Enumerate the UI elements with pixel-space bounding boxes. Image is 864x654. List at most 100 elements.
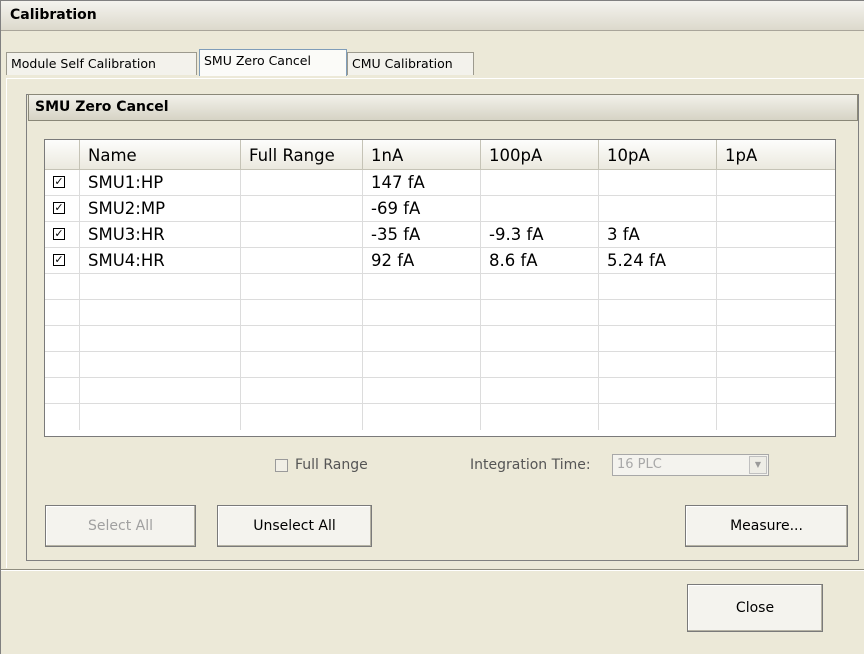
empty-cell	[363, 300, 481, 326]
table-row[interactable]: ✓ SMU4:HR 92 fA 8.6 fA 5.24 fA	[45, 248, 835, 274]
empty-cell	[363, 274, 481, 300]
empty-cell	[241, 300, 363, 326]
empty-cell	[45, 378, 80, 404]
table-row[interactable]: ✓ SMU2:MP -69 fA	[45, 196, 835, 222]
tab-module-self-calibration[interactable]: Module Self Calibration	[6, 52, 197, 75]
cell-10pa	[599, 196, 717, 222]
measure-button[interactable]: Measure...	[685, 505, 848, 547]
chevron-down-icon[interactable]: ▼	[749, 456, 767, 474]
empty-cell	[599, 352, 717, 378]
group-title: SMU Zero Cancel	[35, 99, 169, 115]
cell-10pa	[599, 170, 717, 196]
checkbox-checked-icon[interactable]: ✓	[53, 202, 65, 214]
empty-cell	[599, 300, 717, 326]
integration-time-select[interactable]: 16 PLC ▼	[612, 454, 769, 476]
cell-100pa	[481, 170, 599, 196]
cell-name: SMU1:HP	[80, 170, 241, 196]
checkbox-checked-icon[interactable]: ✓	[53, 176, 65, 188]
empty-cell	[45, 274, 80, 300]
empty-cell	[363, 326, 481, 352]
cell-100pa: -9.3 fA	[481, 222, 599, 248]
column-header-select[interactable]	[45, 140, 80, 170]
cell-1na: -69 fA	[363, 196, 481, 222]
cell-10pa: 3 fA	[599, 222, 717, 248]
empty-row	[45, 300, 835, 326]
column-header-name[interactable]: Name	[80, 140, 241, 170]
empty-cell	[481, 378, 599, 404]
empty-cell	[241, 326, 363, 352]
empty-row	[45, 378, 835, 404]
cell-1pa	[717, 196, 835, 222]
row-select-cell: ✓	[45, 196, 80, 222]
cell-1pa	[717, 170, 835, 196]
tab-smu-zero-cancel[interactable]: SMU Zero Cancel	[199, 49, 347, 76]
empty-row	[45, 326, 835, 352]
empty-cell	[80, 352, 241, 378]
cell-full-range	[241, 196, 363, 222]
empty-cell	[481, 352, 599, 378]
empty-cell	[599, 274, 717, 300]
zero-cancel-table: Name Full Range 1nA 100pA 10pA 1pA ✓ SMU…	[44, 139, 836, 437]
row-select-cell: ✓	[45, 248, 80, 274]
empty-cell	[241, 404, 363, 430]
full-range-label: Full Range	[295, 457, 368, 473]
empty-row	[45, 404, 835, 430]
table-header: Name Full Range 1nA 100pA 10pA 1pA	[45, 140, 835, 170]
full-range-checkbox[interactable]	[275, 459, 288, 472]
checkbox-checked-icon[interactable]: ✓	[53, 228, 65, 240]
empty-cell	[80, 378, 241, 404]
empty-cell	[481, 300, 599, 326]
empty-cell	[80, 326, 241, 352]
empty-cell	[241, 274, 363, 300]
cell-1na: 92 fA	[363, 248, 481, 274]
empty-cell	[363, 352, 481, 378]
column-header-100pa[interactable]: 100pA	[481, 140, 599, 170]
column-header-full-range[interactable]: Full Range	[241, 140, 363, 170]
cell-name: SMU3:HR	[80, 222, 241, 248]
empty-cell	[363, 378, 481, 404]
cell-100pa: 8.6 fA	[481, 248, 599, 274]
cell-full-range	[241, 222, 363, 248]
empty-cell	[80, 274, 241, 300]
empty-cell	[80, 404, 241, 430]
cell-1pa	[717, 222, 835, 248]
empty-cell	[599, 404, 717, 430]
column-header-1pa[interactable]: 1pA	[717, 140, 835, 170]
cell-1na: 147 fA	[363, 170, 481, 196]
cell-name: SMU4:HR	[80, 248, 241, 274]
cell-full-range	[241, 248, 363, 274]
tab-cmu-calibration[interactable]: CMU Calibration	[347, 52, 474, 75]
empty-cell	[80, 300, 241, 326]
cell-10pa: 5.24 fA	[599, 248, 717, 274]
empty-cell	[481, 404, 599, 430]
unselect-all-button[interactable]: Unselect All	[217, 505, 372, 547]
table-row[interactable]: ✓ SMU3:HR -35 fA -9.3 fA 3 fA	[45, 222, 835, 248]
group-header: SMU Zero Cancel	[28, 94, 858, 121]
window-title: Calibration	[10, 7, 97, 23]
empty-cell	[599, 326, 717, 352]
row-select-cell: ✓	[45, 170, 80, 196]
cell-1na: -35 fA	[363, 222, 481, 248]
column-header-1na[interactable]: 1nA	[363, 140, 481, 170]
title-bar: Calibration	[1, 1, 864, 31]
select-all-button[interactable]: Select All	[45, 505, 196, 547]
cell-100pa	[481, 196, 599, 222]
checkbox-checked-icon[interactable]: ✓	[53, 254, 65, 266]
empty-row	[45, 352, 835, 378]
empty-cell	[241, 352, 363, 378]
column-header-10pa[interactable]: 10pA	[599, 140, 717, 170]
table-row[interactable]: ✓ SMU1:HP 147 fA	[45, 170, 835, 196]
empty-cell	[45, 300, 80, 326]
empty-cell	[45, 326, 80, 352]
close-button[interactable]: Close	[687, 584, 823, 632]
cell-full-range	[241, 170, 363, 196]
empty-cell	[45, 352, 80, 378]
empty-cell	[363, 404, 481, 430]
footer-separator	[1, 569, 864, 571]
calibration-window: Calibration Module Self Calibration SMU …	[0, 0, 864, 654]
empty-cell	[45, 404, 80, 430]
cell-1pa	[717, 248, 835, 274]
empty-cell	[241, 378, 363, 404]
empty-cell	[599, 378, 717, 404]
integration-time-label: Integration Time:	[470, 457, 591, 473]
